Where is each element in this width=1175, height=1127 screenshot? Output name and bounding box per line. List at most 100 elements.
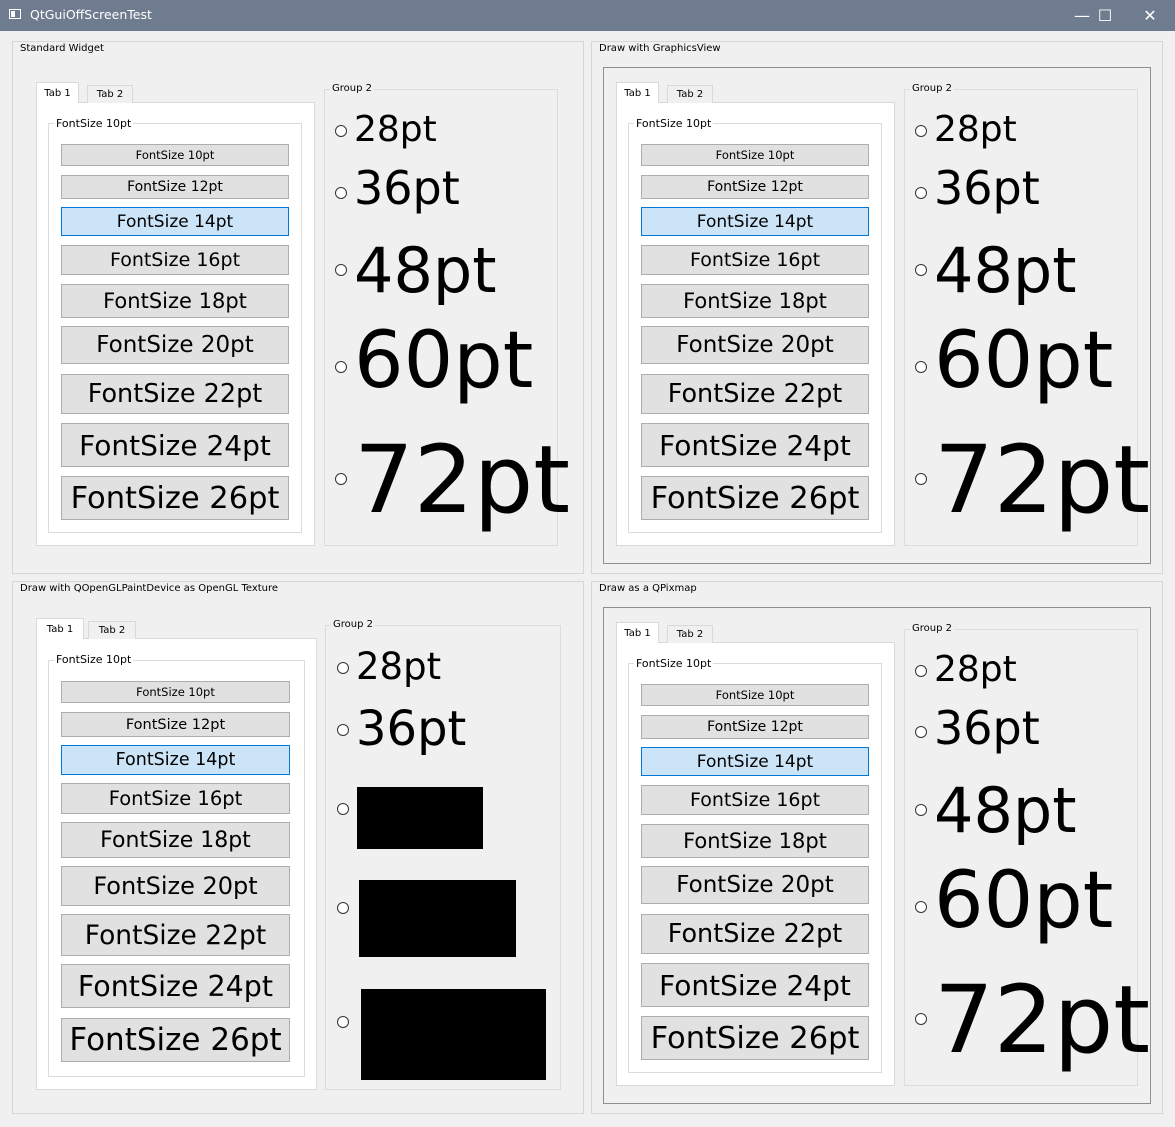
radio-label-60pt: 60pt <box>354 316 534 406</box>
tab-1[interactable]: Tab 1 <box>616 82 659 103</box>
tab-1[interactable]: Tab 1 <box>36 618 84 639</box>
group2-title: Group 2 <box>331 619 375 630</box>
close-button[interactable]: ✕ <box>1127 0 1173 31</box>
fontsize-16pt-button[interactable]: FontSize 16pt <box>641 245 869 275</box>
radio-48pt[interactable] <box>335 264 347 276</box>
tab-1[interactable]: Tab 1 <box>36 82 79 103</box>
radio-36pt[interactable] <box>915 187 927 199</box>
panel-title: Draw with QOpenGLPaintDevice as OpenGL T… <box>18 583 281 594</box>
fontsize-20pt-button[interactable]: FontSize 20pt <box>61 326 289 364</box>
fontsize-16pt-button[interactable]: FontSize 16pt <box>61 783 290 814</box>
group2-title: Group 2 <box>910 623 954 634</box>
radio-label-48pt: 48pt <box>934 774 1077 847</box>
fontsize-22pt-button[interactable]: FontSize 22pt <box>641 374 869 414</box>
fontsize-22pt-button[interactable]: FontSize 22pt <box>61 374 289 414</box>
fontsize-20pt-button[interactable]: FontSize 20pt <box>641 866 869 904</box>
radio-72pt[interactable] <box>337 1016 349 1028</box>
panel-title: Draw as a QPixmap <box>597 583 699 594</box>
fontsize-16pt-button[interactable]: FontSize 16pt <box>61 245 289 275</box>
fontsize-10pt-button[interactable]: FontSize 10pt <box>61 144 289 166</box>
fontsize-10pt-button[interactable]: FontSize 10pt <box>61 681 290 703</box>
fontsize-12pt-button[interactable]: FontSize 12pt <box>641 715 869 739</box>
radio-label-28pt: 28pt <box>356 645 442 688</box>
fontsize-10pt-button[interactable]: FontSize 10pt <box>641 684 869 706</box>
tab-2[interactable]: Tab 2 <box>667 625 713 643</box>
group2-title: Group 2 <box>910 83 954 94</box>
fontsize-26pt-button[interactable]: FontSize 26pt <box>641 1016 869 1060</box>
radio-60pt[interactable] <box>915 901 927 913</box>
fontsize-24pt-button[interactable]: FontSize 24pt <box>641 423 869 467</box>
radio-28pt[interactable] <box>915 125 927 137</box>
radio-48pt[interactable] <box>915 804 927 816</box>
fontsize-26pt-button[interactable]: FontSize 26pt <box>61 476 289 520</box>
fontsize-12pt-button[interactable]: FontSize 12pt <box>61 712 290 737</box>
fontsize-18pt-button[interactable]: FontSize 18pt <box>641 284 869 318</box>
radio-60pt[interactable] <box>915 361 927 373</box>
fontsize-groupbox-title: FontSize 10pt <box>54 117 134 130</box>
radio-72pt[interactable] <box>335 473 347 485</box>
fontsize-24pt-button[interactable]: FontSize 24pt <box>61 964 290 1008</box>
window-titlebar: QtGuiOffScreenTest — ☐ ✕ <box>0 0 1175 31</box>
fontsize-groupbox-title: FontSize 10pt <box>634 657 714 670</box>
radio-36pt[interactable] <box>337 724 349 736</box>
radio-28pt[interactable] <box>915 665 927 677</box>
fontsize-22pt-button[interactable]: FontSize 22pt <box>61 914 290 956</box>
fontsize-20pt-button[interactable]: FontSize 20pt <box>61 866 290 906</box>
fontsize-groupbox-title: FontSize 10pt <box>54 653 134 666</box>
fontsize-24pt-button[interactable]: FontSize 24pt <box>61 423 289 467</box>
fontsize-22pt-button[interactable]: FontSize 22pt <box>641 914 869 954</box>
fontsize-12pt-button[interactable]: FontSize 12pt <box>61 175 289 199</box>
radio-48pt[interactable] <box>337 803 349 815</box>
missing-texture-block <box>357 787 483 849</box>
group2-title: Group 2 <box>330 83 374 94</box>
window-title: QtGuiOffScreenTest <box>30 7 152 22</box>
fontsize-14pt-button[interactable]: FontSize 14pt <box>61 207 289 236</box>
tab-2[interactable]: Tab 2 <box>87 85 133 103</box>
tab-1[interactable]: Tab 1 <box>616 622 659 643</box>
radio-48pt[interactable] <box>915 264 927 276</box>
app-window-icon <box>9 9 21 19</box>
radio-label-72pt: 72pt <box>354 426 571 535</box>
fontsize-12pt-button[interactable]: FontSize 12pt <box>641 175 869 199</box>
fontsize-18pt-button[interactable]: FontSize 18pt <box>61 284 289 318</box>
maximize-button[interactable]: ☐ <box>1082 0 1128 31</box>
radio-label-72pt: 72pt <box>934 966 1151 1075</box>
radio-36pt[interactable] <box>335 187 347 199</box>
radio-label-28pt: 28pt <box>934 649 1017 690</box>
fontsize-16pt-button[interactable]: FontSize 16pt <box>641 785 869 815</box>
missing-texture-block <box>359 880 516 957</box>
radio-label-36pt: 36pt <box>934 161 1040 215</box>
panel-title: Draw with GraphicsView <box>597 43 723 54</box>
fontsize-14pt-button[interactable]: FontSize 14pt <box>641 747 869 776</box>
fontsize-26pt-button[interactable]: FontSize 26pt <box>641 476 869 520</box>
fontsize-26pt-button[interactable]: FontSize 26pt <box>61 1018 290 1062</box>
radio-label-60pt: 60pt <box>934 856 1114 946</box>
fontsize-18pt-button[interactable]: FontSize 18pt <box>641 824 869 858</box>
radio-60pt[interactable] <box>337 902 349 914</box>
radio-72pt[interactable] <box>915 473 927 485</box>
radio-36pt[interactable] <box>915 726 927 738</box>
radio-60pt[interactable] <box>335 361 347 373</box>
radio-label-48pt: 48pt <box>354 234 497 307</box>
panel-title: Standard Widget <box>18 43 106 54</box>
radio-label-28pt: 28pt <box>934 109 1017 150</box>
fontsize-10pt-button[interactable]: FontSize 10pt <box>641 144 869 166</box>
tab-2[interactable]: Tab 2 <box>88 621 136 639</box>
radio-72pt[interactable] <box>915 1013 927 1025</box>
radio-label-36pt: 36pt <box>354 161 460 215</box>
fontsize-14pt-button[interactable]: FontSize 14pt <box>61 745 290 775</box>
missing-texture-block <box>361 989 546 1080</box>
radio-label-60pt: 60pt <box>934 316 1114 406</box>
radio-28pt[interactable] <box>335 125 347 137</box>
radio-label-28pt: 28pt <box>354 109 437 150</box>
radio-label-36pt: 36pt <box>356 701 467 757</box>
fontsize-18pt-button[interactable]: FontSize 18pt <box>61 822 290 858</box>
fontsize-24pt-button[interactable]: FontSize 24pt <box>641 963 869 1007</box>
radio-label-48pt: 48pt <box>934 234 1077 307</box>
tab-2[interactable]: Tab 2 <box>667 85 713 103</box>
fontsize-14pt-button[interactable]: FontSize 14pt <box>641 207 869 236</box>
radio-28pt[interactable] <box>337 662 349 674</box>
fontsize-20pt-button[interactable]: FontSize 20pt <box>641 326 869 364</box>
radio-label-36pt: 36pt <box>934 701 1040 755</box>
fontsize-groupbox-title: FontSize 10pt <box>634 117 714 130</box>
